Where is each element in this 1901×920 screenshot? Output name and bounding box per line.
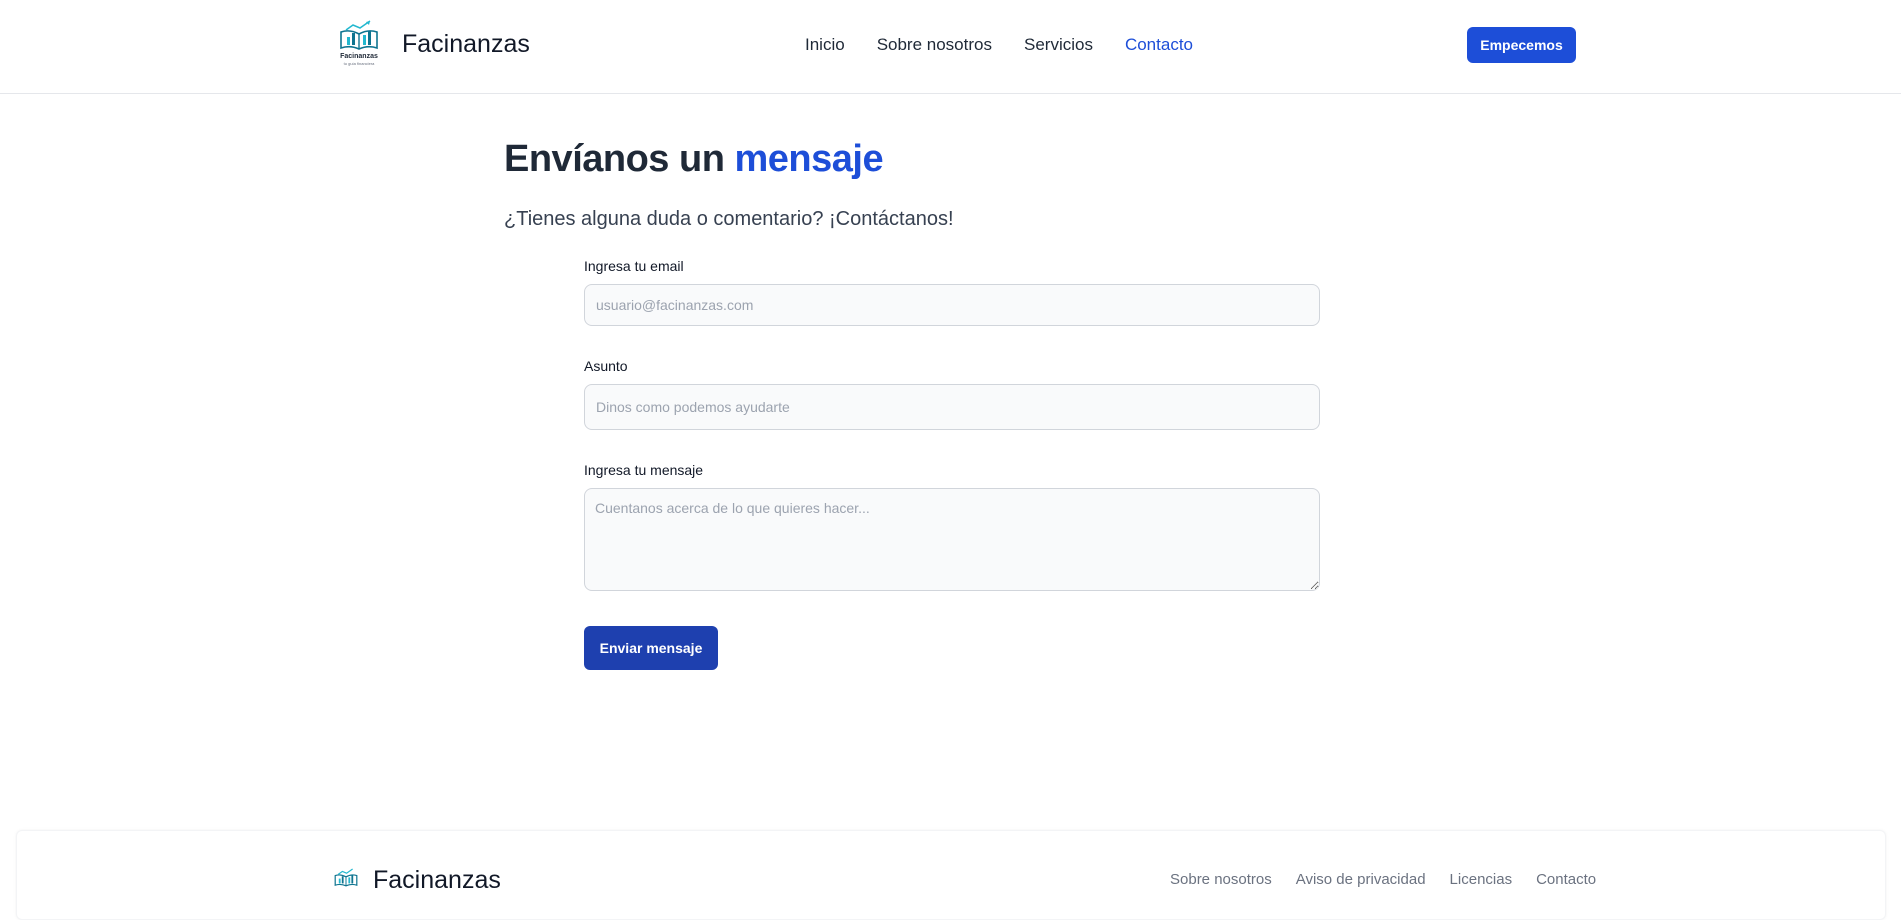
brand[interactable]: Facinanzas tu guía financiera Facinanzas	[338, 20, 530, 68]
site-footer: Facinanzas Sobre nosotros Aviso de priva…	[16, 830, 1886, 920]
email-field-group: Ingresa tu email	[584, 258, 1320, 326]
nav-inicio[interactable]: Inicio	[805, 35, 845, 55]
subject-field-group: Asunto	[584, 358, 1320, 430]
nav-contacto[interactable]: Contacto	[1125, 35, 1193, 55]
nav-sobre-nosotros[interactable]: Sobre nosotros	[877, 35, 992, 55]
footer-brand[interactable]: Facinanzas	[333, 866, 501, 895]
email-input[interactable]	[584, 284, 1320, 326]
message-label: Ingresa tu mensaje	[584, 462, 704, 478]
brand-name[interactable]: Facinanzas	[402, 30, 530, 59]
site-header: Facinanzas tu guía financiera Facinanzas…	[0, 0, 1901, 94]
empecemos-button[interactable]: Empecemos	[1467, 27, 1576, 63]
title-accent: mensaje	[734, 138, 884, 180]
title-text: Envíanos un	[504, 138, 725, 180]
message-textarea[interactable]	[584, 488, 1320, 591]
send-message-button[interactable]: Enviar mensaje	[584, 626, 718, 670]
footer-link-sobre-nosotros[interactable]: Sobre nosotros	[1170, 871, 1272, 888]
subject-label: Asunto	[584, 358, 628, 374]
footer-link-licencias[interactable]: Licencias	[1450, 871, 1513, 888]
footer-link-aviso-privacidad[interactable]: Aviso de privacidad	[1296, 871, 1426, 888]
logo-text: Facinanzas	[340, 53, 378, 60]
page-title: Envíanos un mensaje	[504, 138, 884, 181]
logo-subtext: tu guía financiera	[343, 61, 375, 66]
footer-logo-icon	[333, 867, 359, 895]
message-field-group: Ingresa tu mensaje	[584, 462, 1320, 596]
main-nav: Inicio Sobre nosotros Servicios Contacto	[805, 35, 1193, 55]
email-label: Ingresa tu email	[584, 258, 684, 274]
subject-input[interactable]	[584, 384, 1320, 430]
contact-form: Ingresa tu email Asunto Ingresa tu mensa…	[584, 258, 1320, 670]
book-chart-logo-icon: Facinanzas tu guía financiera	[338, 20, 380, 68]
footer-brand-name[interactable]: Facinanzas	[373, 866, 501, 895]
footer-nav: Sobre nosotros Aviso de privacidad Licen…	[1170, 871, 1596, 888]
footer-link-contacto[interactable]: Contacto	[1536, 871, 1596, 888]
page-subtitle: ¿Tienes alguna duda o comentario? ¡Contá…	[504, 208, 954, 230]
nav-servicios[interactable]: Servicios	[1024, 35, 1093, 55]
